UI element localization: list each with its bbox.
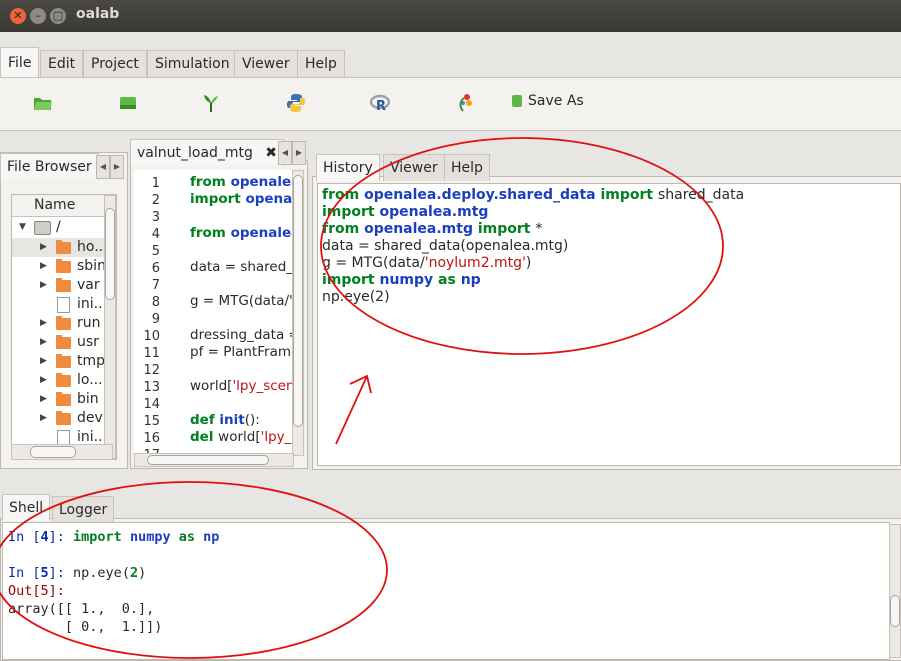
annotation-ellipse-shell bbox=[0, 481, 388, 659]
annotation-arrow bbox=[335, 374, 372, 445]
annotation-ellipse-history bbox=[320, 137, 724, 355]
annotation-overlay bbox=[0, 137, 724, 659]
